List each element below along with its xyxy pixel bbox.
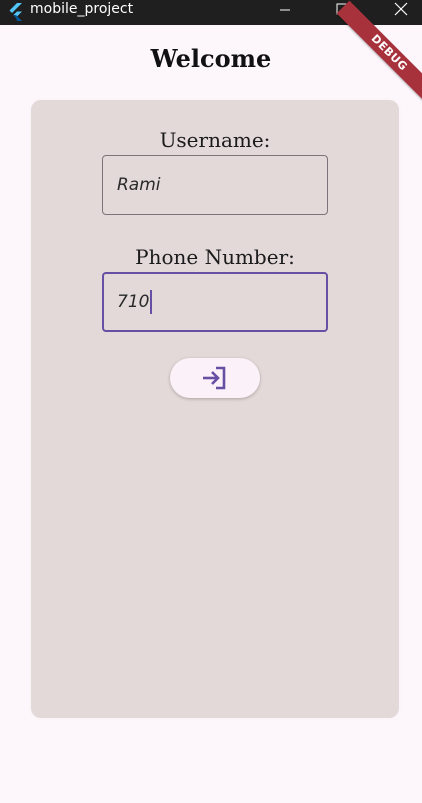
login-card: Username: Rami Phone Number: 710: [29, 98, 401, 720]
page-title: Welcome: [150, 44, 272, 73]
window-title: mobile_project: [30, 1, 134, 17]
login-icon: [203, 366, 226, 390]
phone-value: 710: [117, 292, 150, 312]
close-icon: [394, 2, 408, 16]
phone-field[interactable]: 710: [102, 272, 328, 332]
flutter-icon: [9, 3, 22, 21]
username-field[interactable]: Rami: [102, 155, 328, 215]
login-button[interactable]: [170, 358, 260, 398]
username-value: Rami: [117, 175, 161, 195]
close-button[interactable]: [386, 0, 416, 18]
text-caret: [150, 290, 153, 314]
minimize-button[interactable]: [270, 0, 300, 18]
phone-label: Phone Number:: [135, 245, 295, 269]
minimize-icon: [280, 9, 290, 11]
username-label: Username:: [159, 128, 271, 152]
